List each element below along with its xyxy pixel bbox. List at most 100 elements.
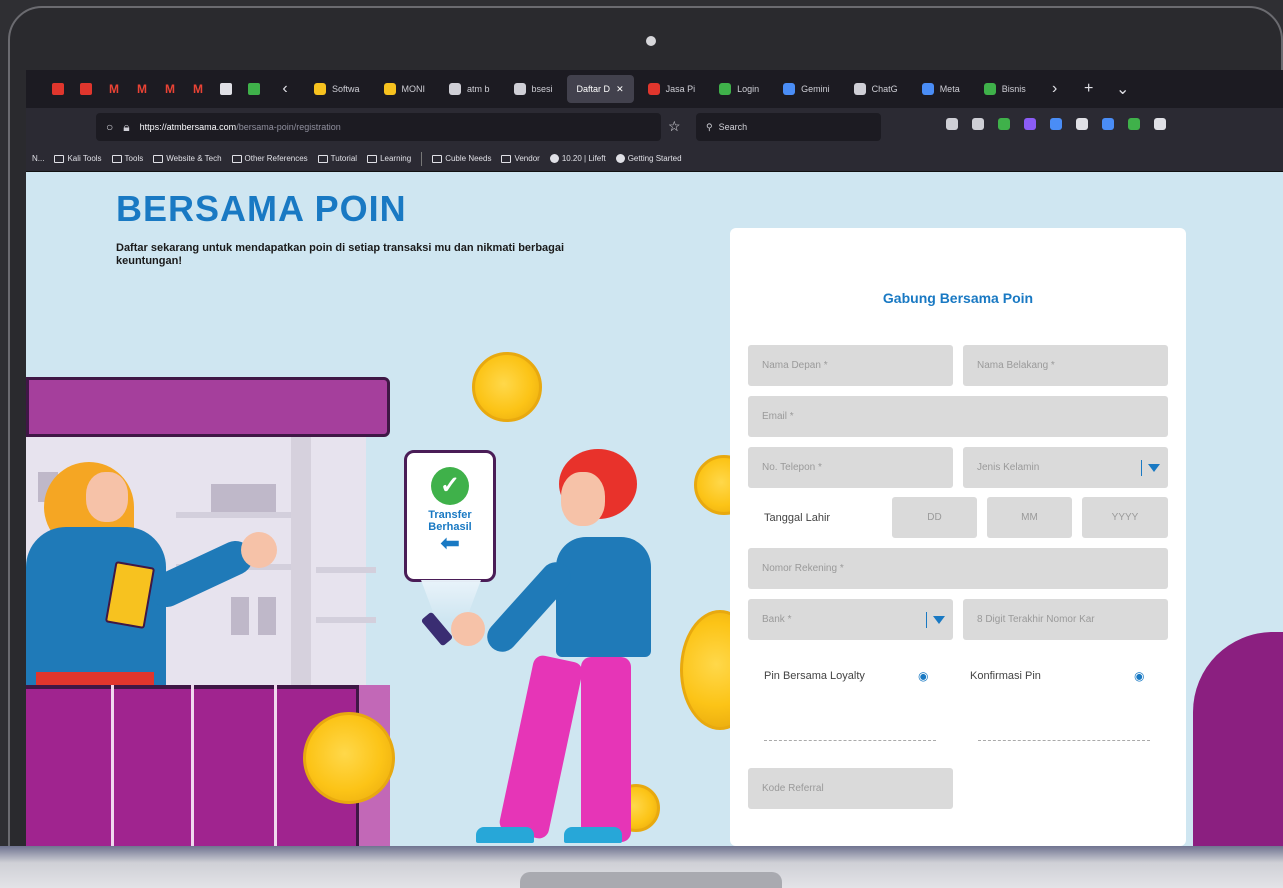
chevron-down-icon[interactable]	[1148, 464, 1160, 472]
shelf-box	[258, 597, 276, 635]
url-bar[interactable]: ○ 🔒︎ https://atmbersama.com/bersama-poin…	[96, 113, 661, 141]
gmail-icon-2[interactable]: M	[130, 77, 154, 101]
gender-select[interactable]: Jenis Kelamin	[963, 447, 1168, 488]
browser-tab[interactable]: Meta	[912, 75, 970, 103]
extension-icon[interactable]	[1102, 118, 1114, 130]
search-box[interactable]: ⚲ Search	[696, 113, 881, 141]
bank-select[interactable]: Bank *	[748, 599, 953, 640]
extension-icon[interactable]	[1128, 118, 1140, 130]
laptop-notch	[520, 872, 782, 888]
shelf-board	[176, 512, 291, 518]
extension-icon[interactable]	[1076, 118, 1088, 130]
bookmark-label: Getting Started	[627, 154, 682, 163]
favicon-red-1[interactable]	[46, 77, 70, 101]
bookmark-label: Kali Tools	[67, 154, 102, 163]
extension-icon[interactable]	[946, 118, 958, 130]
extension-icon[interactable]	[1050, 118, 1062, 130]
bookmark-label: Tools	[124, 154, 144, 163]
last-name-input[interactable]: Nama Belakang *	[963, 345, 1168, 386]
coin-illustration	[303, 712, 395, 804]
eye-slash-icon[interactable]: ◉	[918, 669, 928, 683]
browser-tab[interactable]: Softwa	[304, 75, 370, 103]
tab-label: Gemini	[801, 84, 830, 94]
account-number-input[interactable]: Nomor Rekening *	[748, 548, 1168, 589]
tab-overflow-icon[interactable]: ›	[1040, 80, 1070, 98]
bank-select-control[interactable]	[926, 612, 945, 628]
bookmark-folder[interactable]: Cuble Needs	[432, 154, 491, 163]
new-tab-icon[interactable]: +	[1074, 80, 1104, 98]
select-separator	[926, 612, 927, 628]
bookmark-item[interactable]: N...	[32, 154, 44, 163]
tab-favicon-icon	[853, 83, 866, 95]
extension-icon[interactable]	[998, 118, 1010, 130]
browser-tab[interactable]: Bisnis	[974, 75, 1036, 103]
favicon-shape	[80, 83, 92, 95]
browser-tab[interactable]: Daftar D ✕	[566, 75, 634, 103]
url-text[interactable]: https://atmbersama.com/bersama-poin/regi…	[140, 122, 341, 132]
email-input[interactable]: Email *	[748, 396, 1168, 437]
gmail-icon-1[interactable]: M	[102, 77, 126, 101]
bookmark-star-icon[interactable]: ☆	[668, 118, 681, 135]
card-last-digits-input[interactable]: 8 Digit Terakhir Nomor Kar	[963, 599, 1168, 640]
browser-tab[interactable]: Login	[709, 75, 769, 103]
bookmark-label: Other References	[244, 154, 308, 163]
bookmark-folder[interactable]: Other References	[231, 154, 308, 163]
bookmark-folder[interactable]: Website & Tech	[153, 154, 222, 163]
browser-tab[interactable]: Gemini	[773, 75, 840, 103]
browser-tab[interactable]: MONI	[374, 75, 436, 103]
browser-tab[interactable]: atm b	[439, 75, 500, 103]
counter-panel-line	[191, 685, 194, 846]
birth-day-input[interactable]: DD	[892, 497, 977, 538]
bookmark-folder[interactable]: Vendor	[501, 154, 540, 163]
chevron-down-icon[interactable]	[933, 616, 945, 624]
bookmark-link[interactable]: Getting Started	[615, 154, 682, 163]
pin-input[interactable]	[764, 740, 936, 741]
navigation-bar: ○ 🔒︎ https://atmbersama.com/bersama-poin…	[26, 108, 1283, 146]
bookmark-folder[interactable]: Learning	[367, 154, 411, 163]
extension-icon[interactable]	[1024, 118, 1036, 130]
extension-icon[interactable]	[972, 118, 984, 130]
gender-select-control[interactable]	[1141, 460, 1160, 476]
shield-icon[interactable]: ○	[106, 120, 113, 134]
bookmark-label: 10.20 | Lifeft	[561, 154, 606, 163]
bookmark-label: Tutorial	[330, 154, 358, 163]
browser-tab[interactable]: ChatG	[844, 75, 908, 103]
browser-tab[interactable]: Jasa Pi	[638, 75, 706, 103]
lock-icon[interactable]: 🔒︎	[123, 120, 129, 135]
bookmark-folder[interactable]: Tutorial	[317, 154, 358, 163]
gmail-icon-4[interactable]: M	[186, 77, 210, 101]
bookmark-label: Vendor	[514, 154, 540, 163]
shelf-box	[211, 484, 276, 512]
tab-label: Daftar D	[576, 84, 611, 94]
pin-confirm-input[interactable]	[978, 740, 1150, 741]
chrome-icon[interactable]	[214, 77, 238, 101]
leaf-icon[interactable]	[242, 77, 266, 101]
folder-icon	[54, 154, 65, 163]
chevron-left-icon[interactable]: ‹	[270, 80, 300, 98]
search-icon: ⚲	[706, 121, 713, 132]
birth-month-input[interactable]: MM	[987, 497, 1072, 538]
folder-icon	[367, 154, 378, 163]
tab-bar: M M M M ‹ Softwa MONI atm b bsesi Daftar D ✕ Jasa P…	[26, 70, 1283, 108]
first-name-input[interactable]: Nama Depan *	[748, 345, 953, 386]
arrow-left-icon: ⬅	[439, 530, 461, 557]
birth-year-input[interactable]: YYYY	[1082, 497, 1168, 538]
favicon-red-2[interactable]	[74, 77, 98, 101]
folder-icon	[153, 154, 164, 163]
phone-input[interactable]: No. Telepon *	[748, 447, 953, 488]
bookmark-folder[interactable]: Kali Tools	[54, 154, 102, 163]
bookmark-link[interactable]: 10.20 | Lifeft	[549, 154, 606, 163]
close-icon[interactable]: ✕	[616, 84, 624, 95]
eye-slash-icon[interactable]: ◉	[1134, 669, 1144, 683]
extension-icon[interactable]	[1154, 118, 1166, 130]
tab-list-icon[interactable]: ⌄	[1108, 79, 1138, 99]
tab-favicon-icon	[314, 83, 326, 95]
browser-tab[interactable]: bsesi	[504, 75, 563, 103]
tab-favicon-icon	[921, 83, 934, 95]
pin-confirm-label: Konfirmasi Pin	[970, 670, 1041, 682]
tab-favicon-icon	[647, 83, 660, 95]
referral-code-input[interactable]: Kode Referral	[748, 768, 953, 809]
checkmark-icon: ✓	[431, 467, 469, 505]
bookmark-folder[interactable]: Tools	[111, 154, 144, 163]
gmail-icon-3[interactable]: M	[158, 77, 182, 101]
